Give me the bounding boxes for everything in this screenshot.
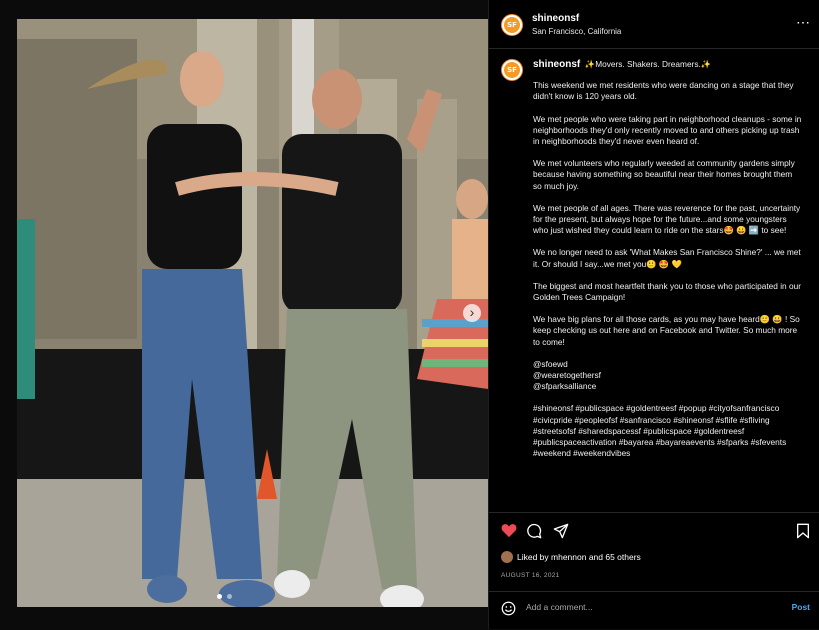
share-icon[interactable] [553,523,569,539]
like-heart-icon[interactable] [501,523,517,538]
caption-paragraph: We met people who were taking part in ne… [533,113,804,147]
caption-paragraph: We met people of all ages. There was rev… [533,202,803,236]
header-location[interactable]: San Francisco, California [532,27,621,36]
caption-paragraph: We have big plans for all those cards, a… [533,314,803,347]
post-header: SF shineonsf San Francisco, California ⋯ [489,0,819,49]
caption-mentions[interactable]: @sfoewd @wearetogethersf @sfparksallianc… [533,359,803,393]
header-username[interactable]: shineonsf [532,13,579,24]
post-detail-panel: SF shineonsf San Francisco, California ⋯… [488,0,819,629]
caption-paragraph: We met volunteers who regularly weeded a… [533,158,798,191]
likes-text: Liked by mhennon and 65 others [517,552,641,562]
likes-summary[interactable]: Liked by mhennon and 65 others [501,551,641,563]
caption-hashtags[interactable]: #shineonsf #publicspace #goldentreesf #p… [533,403,803,459]
caption-paragraph: We no longer need to ask 'What Makes San… [533,247,804,269]
avatar[interactable]: SF [501,14,523,36]
avatar-initials: SF [504,17,520,33]
comment-input[interactable]: Add a comment... [526,602,593,612]
emoji-icon[interactable] [501,601,516,616]
post-comment-button[interactable]: Post [792,602,810,612]
comment-row: Add a comment... Post [489,591,819,630]
save-bookmark-icon[interactable] [796,523,810,539]
post-photo[interactable]: › [17,19,488,607]
more-options-icon[interactable]: ⋯ [796,14,810,31]
dance-photo [17,19,488,607]
caption-paragraph: This weekend we met residents who were d… [533,80,796,102]
divider [489,512,819,513]
caption-avatar[interactable]: SF [501,59,523,81]
carousel-dot [227,594,232,599]
carousel-indicator [217,594,277,600]
caption-username[interactable]: shineonsf [533,59,580,70]
caption-avatar-initials: SF [504,62,520,78]
comment-icon[interactable] [526,523,542,539]
action-bar [489,520,819,544]
caption: shineonsf ✨Movers. Shakers. Dreamers.✨ T… [533,59,803,470]
caption-header: ✨Movers. Shakers. Dreamers.✨ [584,59,712,69]
caption-paragraph: The biggest and most heartfelt thank you… [533,280,804,303]
caption-area: SF shineonsf ✨Movers. Shakers. Dreamers.… [489,49,819,511]
post-date: AUGUST 16, 2021 [501,572,560,579]
carousel-dot-active [217,594,222,599]
carousel-next-button[interactable]: › [463,304,481,322]
liker-avatar [501,551,513,563]
